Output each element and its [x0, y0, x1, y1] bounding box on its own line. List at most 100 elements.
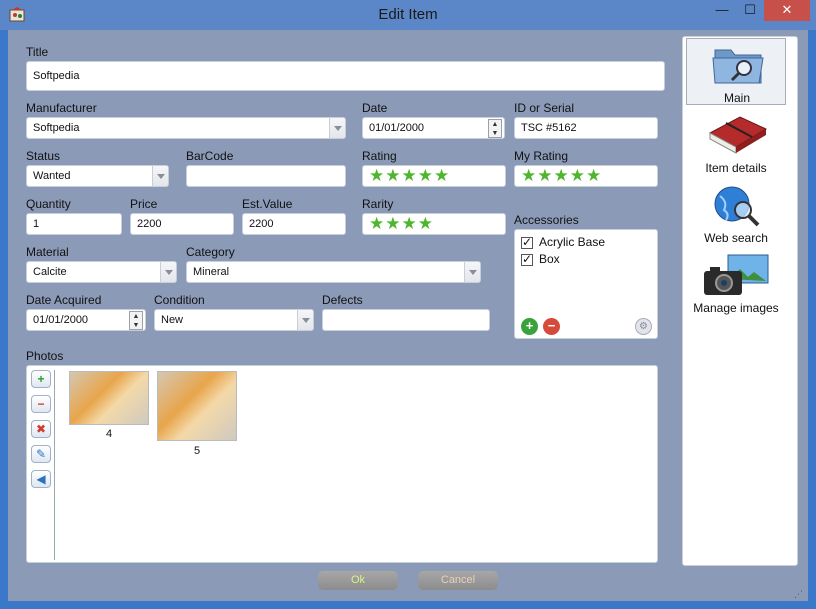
spin-down-icon[interactable]: ▼ — [489, 129, 501, 138]
chevron-down-icon[interactable] — [297, 310, 313, 330]
delete-photo-button[interactable]: ✖ — [31, 420, 51, 438]
star-icon[interactable]: ★ — [418, 166, 434, 185]
resize-grip-icon[interactable]: ⋰ — [794, 589, 803, 600]
plus-icon: + — [525, 318, 534, 333]
date-input[interactable]: 01/01/2000 ▲ ▼ — [362, 117, 505, 139]
spin-up-icon[interactable]: ▲ — [489, 120, 501, 129]
nav-panel: Main Item details Web search Manage imag… — [682, 36, 798, 566]
barcode-input[interactable] — [186, 165, 346, 187]
nav-item-manage-images[interactable]: Manage images — [686, 249, 786, 315]
star-icon[interactable]: ★ — [521, 166, 537, 185]
divider — [54, 370, 55, 560]
defects-label: Defects — [322, 293, 363, 307]
star-icon[interactable]: ★ — [369, 214, 385, 233]
chevron-down-icon[interactable] — [329, 118, 345, 138]
my-rating-label: My Rating — [514, 149, 569, 163]
condition-combo[interactable]: New — [154, 309, 314, 331]
star-icon[interactable]: ★ — [385, 214, 401, 233]
globe-search-icon — [714, 186, 760, 227]
folder-search-icon — [712, 49, 764, 84]
nav-label: Manage images — [693, 301, 779, 315]
remove-accessory-button[interactable]: − — [543, 318, 560, 335]
accessories-list: Acrylic Base Box + − ⚙ — [514, 229, 658, 339]
status-label: Status — [26, 149, 61, 163]
star-icon[interactable]: ★ — [554, 166, 570, 185]
checkbox[interactable] — [521, 235, 533, 249]
star-icon[interactable]: ★ — [369, 166, 385, 185]
accessory-label: Box — [539, 252, 560, 266]
price-input[interactable]: 2200 — [130, 213, 234, 235]
price-label: Price — [130, 197, 158, 211]
accessory-item[interactable]: Acrylic Base — [521, 235, 605, 249]
cancel-button[interactable]: Cancel — [418, 571, 498, 590]
chevron-down-icon[interactable] — [152, 166, 168, 186]
rating-stars[interactable]: ★★★★★ — [362, 165, 506, 187]
rating-label: Rating — [362, 149, 397, 163]
date-acquired-label: Date Acquired — [26, 293, 102, 307]
nav-item-web-search[interactable]: Web search — [686, 179, 786, 245]
checkbox[interactable] — [521, 252, 533, 266]
edit-icon: ✎ — [35, 447, 47, 461]
ok-button[interactable]: Ok — [318, 571, 398, 590]
nav-item-main[interactable]: Main — [686, 38, 786, 105]
my-rating-stars[interactable]: ★★★★★ — [514, 165, 658, 187]
star-icon[interactable]: ★ — [537, 166, 553, 185]
defects-input[interactable] — [322, 309, 490, 331]
barcode-label: BarCode — [186, 149, 234, 163]
category-combo[interactable]: Mineral — [186, 261, 481, 283]
add-photo-button[interactable]: + — [31, 370, 51, 388]
manufacturer-label: Manufacturer — [26, 101, 97, 115]
title-input[interactable]: Softpedia — [26, 61, 665, 91]
nav-label: Web search — [704, 231, 768, 245]
minimize-button[interactable]: — — [708, 0, 736, 21]
chevron-down-icon[interactable] — [464, 262, 480, 282]
accessory-label: Acrylic Base — [539, 235, 606, 249]
date-acquired-spinner[interactable]: ▲ ▼ — [129, 311, 143, 330]
star-icon[interactable]: ★ — [402, 214, 418, 233]
category-value: Mineral — [193, 266, 230, 278]
minus-icon: − — [37, 397, 45, 411]
maximize-button[interactable]: ☐ — [736, 0, 764, 21]
photo-thumbnail[interactable] — [69, 371, 149, 425]
photos-label: Photos — [26, 349, 64, 363]
nav-item-item-details[interactable]: Item details — [686, 109, 786, 175]
arrow-left-icon: ◀ — [36, 472, 46, 486]
date-spinner[interactable]: ▲ ▼ — [488, 119, 502, 138]
star-icon[interactable]: ★ — [418, 214, 434, 233]
window-title: Edit Item — [378, 6, 438, 23]
star-icon[interactable]: ★ — [586, 166, 602, 185]
spin-up-icon[interactable]: ▲ — [130, 312, 142, 321]
quantity-input[interactable]: 1 — [26, 213, 122, 235]
spin-down-icon[interactable]: ▼ — [130, 321, 142, 330]
edit-photo-button[interactable]: ✎ — [31, 445, 51, 463]
gear-icon: ⚙ — [639, 321, 648, 332]
date-acquired-value: 01/01/2000 — [33, 314, 89, 326]
remove-photo-button[interactable]: − — [31, 395, 51, 413]
star-icon[interactable]: ★ — [434, 166, 450, 185]
material-value: Calcite — [33, 266, 67, 278]
accessory-item[interactable]: Box — [521, 252, 560, 266]
rarity-stars[interactable]: ★★★★ — [362, 213, 506, 235]
condition-value: New — [161, 314, 184, 326]
add-accessory-button[interactable]: + — [521, 318, 538, 335]
close-button[interactable]: ✕ — [764, 0, 810, 21]
est-value-input[interactable]: 2200 — [242, 213, 346, 235]
star-icon[interactable]: ★ — [402, 166, 418, 185]
id-label: ID or Serial — [514, 101, 575, 115]
photo-caption: 4 — [105, 428, 113, 440]
manufacturer-combo[interactable]: Softpedia — [26, 117, 346, 139]
quantity-label: Quantity — [26, 197, 71, 211]
star-icon[interactable]: ★ — [570, 166, 586, 185]
id-input[interactable]: TSC #5162 — [514, 117, 658, 139]
photo-thumbnail[interactable] — [157, 371, 237, 441]
accessories-label: Accessories — [514, 213, 579, 227]
rarity-label: Rarity — [362, 197, 394, 211]
status-combo[interactable]: Wanted — [26, 165, 169, 187]
back-photo-button[interactable]: ◀ — [31, 470, 51, 488]
chevron-down-icon[interactable] — [160, 262, 176, 282]
date-acquired-input[interactable]: 01/01/2000 ▲ ▼ — [26, 309, 146, 331]
condition-label: Condition — [154, 293, 205, 307]
material-combo[interactable]: Calcite — [26, 261, 177, 283]
star-icon[interactable]: ★ — [385, 166, 401, 185]
edit-accessory-button[interactable]: ⚙ — [635, 318, 652, 335]
